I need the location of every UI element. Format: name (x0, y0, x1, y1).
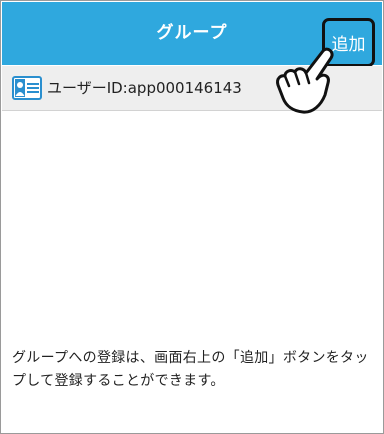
instruction-text: グループへの登録は、画面右上の「追加」ボタンをタップして登録することができます。 (12, 350, 369, 389)
app-screen: グループ 追加 ユーザーID:app000146143 グループへの登録は、画面… (0, 0, 384, 434)
id-card-icon (12, 76, 42, 100)
hand-pointer-icon (276, 47, 334, 114)
user-id-text: ユーザーID:app000146143 (47, 79, 242, 97)
